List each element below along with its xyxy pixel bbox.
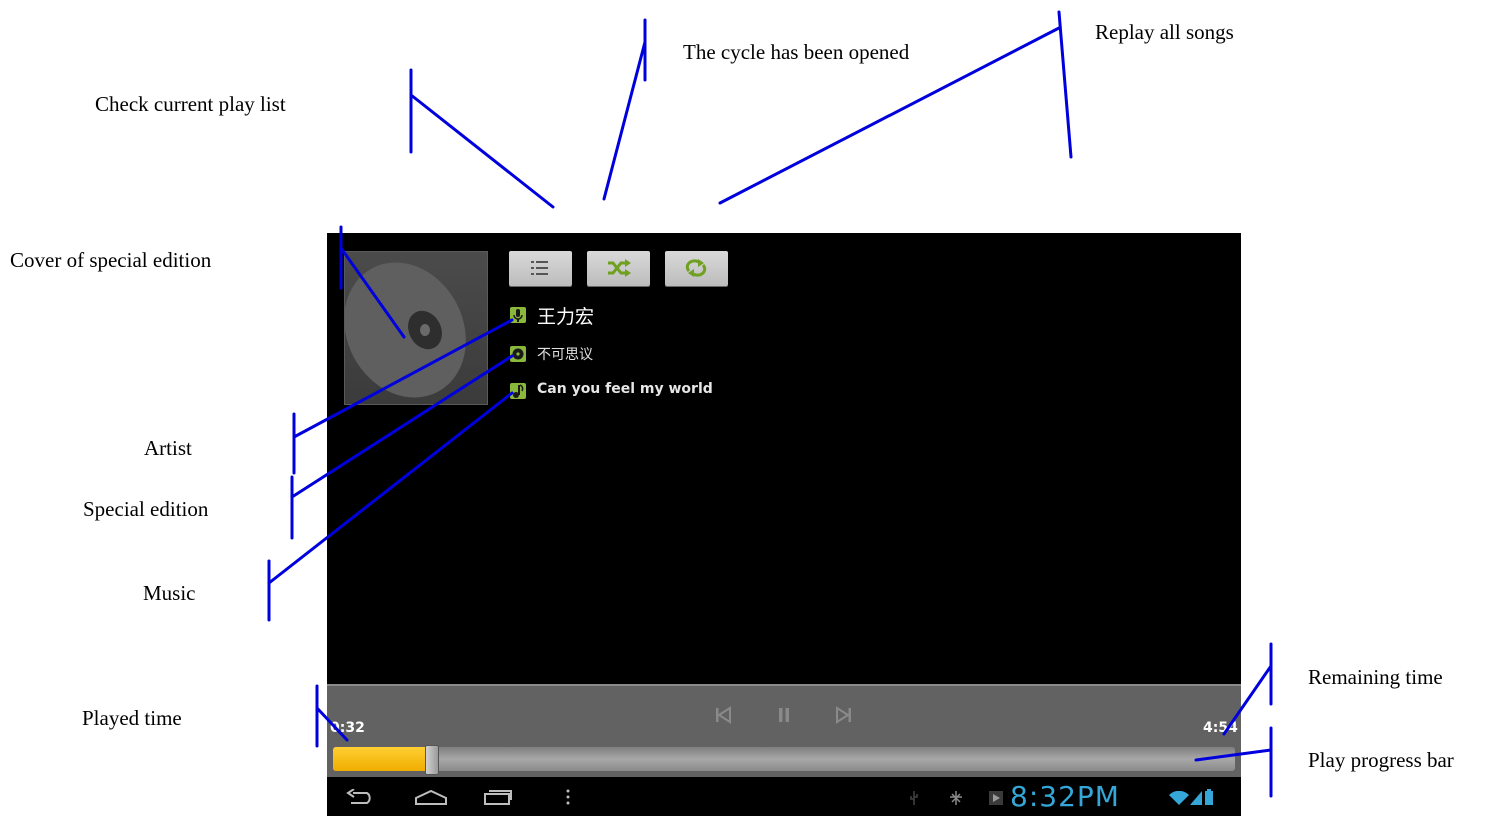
music-note-icon bbox=[510, 383, 526, 399]
playback-controls: 0:32 4:54 bbox=[327, 684, 1241, 779]
repeat-button[interactable] bbox=[665, 251, 728, 286]
progress-bar[interactable] bbox=[333, 745, 1235, 775]
usb-icon bbox=[910, 791, 918, 805]
album-name: 不可思议 bbox=[537, 347, 593, 363]
microphone-icon bbox=[510, 307, 526, 323]
progress-thumb[interactable] bbox=[425, 745, 439, 775]
pause-icon[interactable] bbox=[777, 706, 791, 724]
signal-icon bbox=[1190, 791, 1202, 805]
playlist-button[interactable] bbox=[509, 251, 572, 286]
annotation-played-time: Played time bbox=[82, 706, 182, 730]
next-icon[interactable] bbox=[836, 706, 852, 724]
annotation-remaining-time: Remaining time bbox=[1308, 665, 1443, 689]
annotation-cover: Cover of special edition bbox=[10, 248, 212, 272]
repeat-icon bbox=[685, 259, 707, 277]
now-playing-icon bbox=[989, 791, 1003, 805]
annotation-replay-all: Replay all songs bbox=[1095, 20, 1234, 44]
progress-fill bbox=[333, 747, 432, 771]
battery-icon bbox=[1205, 789, 1213, 805]
artist-name: 王力宏 bbox=[537, 306, 595, 328]
music-player-screen: 王力宏 不可思议 Can you feel my world 0:32 4:54 bbox=[327, 233, 1241, 816]
recent-apps-icon[interactable] bbox=[483, 789, 513, 805]
disc-icon bbox=[345, 262, 466, 398]
status-clock: 8:32PM bbox=[1010, 780, 1120, 813]
album-cover bbox=[344, 251, 488, 405]
track-title: Can you feel my world bbox=[537, 381, 713, 397]
leader-playlist bbox=[409, 93, 555, 209]
annotation-cycle-opened: The cycle has been opened bbox=[683, 40, 910, 64]
annotation-progress-bar: Play progress bar bbox=[1308, 748, 1454, 772]
leader-replay-bar bbox=[1057, 10, 1073, 159]
played-time: 0:32 bbox=[330, 720, 365, 736]
shuffle-button[interactable] bbox=[587, 251, 650, 286]
annotation-music: Music bbox=[143, 581, 196, 605]
debug-icon bbox=[950, 791, 962, 805]
annotation-check-playlist: Check current play list bbox=[95, 92, 286, 116]
wifi-icon bbox=[1169, 791, 1189, 805]
album-disc-icon bbox=[510, 346, 526, 362]
annotation-special-edition: Special edition bbox=[83, 497, 209, 521]
system-nav-bar: 8:32PM bbox=[327, 777, 1241, 816]
back-icon[interactable] bbox=[345, 789, 377, 805]
leader-cycle bbox=[602, 40, 647, 201]
menu-icon[interactable] bbox=[565, 789, 571, 805]
home-icon[interactable] bbox=[414, 789, 448, 805]
previous-icon[interactable] bbox=[715, 706, 731, 724]
remaining-time: 4:54 bbox=[1203, 720, 1238, 736]
shuffle-icon bbox=[608, 259, 631, 277]
playlist-icon bbox=[531, 261, 548, 275]
annotation-artist: Artist bbox=[144, 436, 192, 460]
